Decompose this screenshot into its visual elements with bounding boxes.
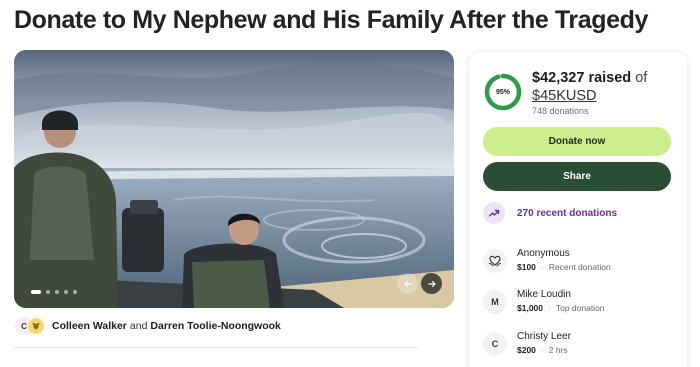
organizer-avatar-badge <box>28 318 44 334</box>
donor-note: Recent donation <box>548 262 611 272</box>
donor-amount: $1,000 <box>517 303 543 313</box>
raised-of: of <box>635 70 648 86</box>
carousel-dot[interactable] <box>64 290 68 294</box>
hero-photo <box>14 50 454 308</box>
donor-avatar: M <box>483 290 507 314</box>
donor-item: M Mike Loudin $1,000 · Top donation <box>483 288 605 315</box>
organizer-joiner: and <box>129 320 148 332</box>
carousel-dot[interactable] <box>46 290 50 294</box>
donor-note: 2 hrs <box>548 345 568 355</box>
carousel-dot[interactable] <box>73 290 77 294</box>
arrow-right-icon <box>427 280 436 287</box>
donor-separator: · <box>548 303 551 313</box>
carousel-dot[interactable] <box>55 290 59 294</box>
donor-amount: $200 <box>517 345 536 355</box>
organizer-name-1[interactable]: Colleen Walker <box>52 320 127 332</box>
page-title: Donate to My Nephew and His Family After… <box>14 6 648 34</box>
section-divider <box>14 347 418 348</box>
donor-name: Anonymous <box>517 248 570 259</box>
organizers-row: C Colleen Walker and Darren Toolie-Noong… <box>14 316 281 336</box>
amount-raised: $42,327 raised of <box>532 69 647 88</box>
donor-separator: · <box>540 345 544 355</box>
arrow-left-icon <box>403 280 412 287</box>
photo-carousel[interactable] <box>14 50 454 308</box>
trending-up-icon <box>483 202 505 224</box>
donor-separator: · <box>540 262 544 272</box>
raised-amount: $42,327 raised <box>532 70 632 86</box>
recent-donations-label: 270 recent donations <box>517 207 618 219</box>
recent-donations-link[interactable]: 270 recent donations <box>483 202 617 224</box>
donate-now-button[interactable]: Donate now <box>483 127 671 156</box>
dog-icon <box>32 322 40 330</box>
donation-count: 748 donations <box>532 106 589 116</box>
previous-photo-button[interactable] <box>397 273 418 294</box>
donor-amount: $100 <box>517 262 536 272</box>
donor-item: C Christy Leer $200 · 2 hrs <box>483 330 571 357</box>
carousel-dots <box>31 290 77 294</box>
donor-name: Mike Loudin <box>517 289 571 300</box>
donor-note: Top donation <box>555 303 605 313</box>
heart-hands-icon <box>483 249 507 273</box>
donor-avatar: C <box>483 332 507 356</box>
next-photo-button[interactable] <box>421 273 442 294</box>
donation-sidebar: 95% $42,327 raised of $45KUSD 748 donati… <box>469 52 687 367</box>
goal-amount[interactable]: $45KUSD <box>532 88 596 104</box>
organizer-name-2[interactable]: Darren Toolie-Noongwook <box>150 320 280 332</box>
carousel-dot[interactable] <box>31 290 41 294</box>
donor-name: Christy Leer <box>517 331 571 342</box>
share-button[interactable]: Share <box>483 162 671 191</box>
donor-item: Anonymous $100 · Recent donation <box>483 247 611 274</box>
progress-percent: 95% <box>495 88 510 96</box>
